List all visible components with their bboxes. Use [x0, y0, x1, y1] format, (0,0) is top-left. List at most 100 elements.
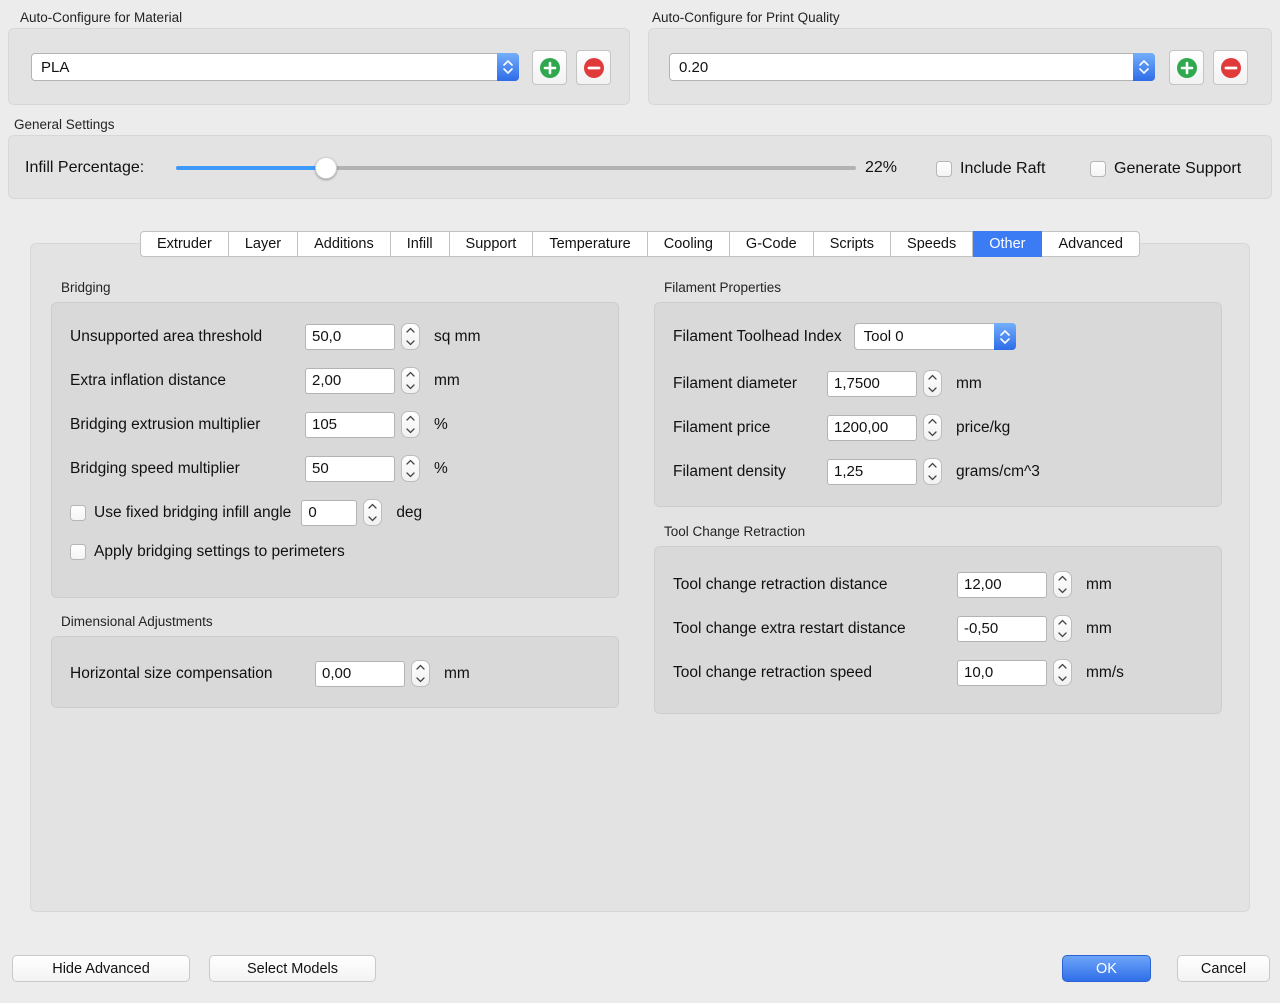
use-fixed-bridging-infill-angle-checkbox[interactable] — [70, 505, 86, 521]
cancel-button[interactable]: Cancel — [1177, 955, 1270, 982]
tab-additions[interactable]: Additions — [298, 231, 391, 257]
stepper-down-button[interactable] — [924, 428, 941, 441]
stepper-down-button[interactable] — [402, 469, 419, 482]
stepper-up-button[interactable] — [924, 371, 941, 384]
minus-icon — [583, 57, 605, 79]
setting-row: Filament price price/kg — [673, 414, 1205, 441]
setting-row: Apply bridging settings to perimeters — [70, 543, 602, 561]
setting-unit: % — [434, 460, 448, 478]
chevron-down-icon — [1058, 676, 1067, 682]
setting-unit: mm — [1086, 576, 1112, 594]
quality-select[interactable]: 0.20 — [669, 53, 1155, 81]
dimensional-section-title: Dimensional Adjustments — [61, 614, 619, 629]
stepper-up-button[interactable] — [402, 368, 419, 381]
filament-toolhead-select[interactable]: Tool 0 — [854, 323, 1016, 350]
filament-price-input[interactable] — [827, 415, 917, 441]
stepper-up-button[interactable] — [1054, 616, 1071, 629]
stepper — [1053, 659, 1072, 686]
infill-slider-fill — [176, 166, 326, 170]
stepper-up-button[interactable] — [1054, 660, 1071, 673]
infill-slider[interactable] — [176, 157, 856, 179]
chevron-up-icon — [1058, 619, 1067, 625]
material-selected-value: PLA — [32, 59, 497, 76]
include-raft-checkbox[interactable] — [936, 161, 952, 177]
toolchange-extra-restart-distance-input[interactable] — [957, 616, 1047, 642]
tab-temperature[interactable]: Temperature — [533, 231, 647, 257]
tab-other[interactable]: Other — [973, 231, 1042, 257]
ok-button[interactable]: OK — [1062, 955, 1151, 982]
stepper-down-button[interactable] — [924, 472, 941, 485]
stepper-up-button[interactable] — [364, 500, 381, 513]
stepper-down-button[interactable] — [402, 425, 419, 438]
bridging-speed-multiplier-input[interactable] — [305, 456, 395, 482]
material-select[interactable]: PLA — [31, 53, 519, 81]
remove-quality-button[interactable] — [1213, 50, 1248, 85]
add-material-button[interactable] — [532, 50, 567, 85]
tab-scripts[interactable]: Scripts — [814, 231, 891, 257]
filament-toolhead-value: Tool 0 — [855, 328, 994, 345]
chevron-up-icon — [406, 371, 415, 377]
tab-extruder[interactable]: Extruder — [140, 231, 229, 257]
hide-advanced-button[interactable]: Hide Advanced — [12, 955, 190, 982]
filament-section-title: Filament Properties — [664, 280, 1222, 295]
toolchange-retraction-speed-input[interactable] — [957, 660, 1047, 686]
tab-gcode[interactable]: G-Code — [730, 231, 814, 257]
setting-unit: % — [434, 416, 448, 434]
stepper-down-button[interactable] — [1054, 673, 1071, 686]
extra-inflation-distance-input[interactable] — [305, 368, 395, 394]
select-models-button[interactable]: Select Models — [209, 955, 376, 982]
add-quality-button[interactable] — [1169, 50, 1204, 85]
toolchange-retraction-speed-label: Tool change retraction speed — [673, 664, 957, 682]
stepper-up-button[interactable] — [402, 412, 419, 425]
minus-icon — [1220, 57, 1242, 79]
dropdown-arrows — [1133, 53, 1155, 81]
general-section-title: General Settings — [14, 117, 115, 132]
tab-cooling[interactable]: Cooling — [648, 231, 730, 257]
stepper-down-button[interactable] — [402, 381, 419, 394]
chevron-up-icon — [416, 664, 425, 670]
tab-speeds[interactable]: Speeds — [891, 231, 973, 257]
general-group-box: Infill Percentage: 22% Include Raft Gene… — [8, 135, 1272, 199]
stepper-down-button[interactable] — [924, 384, 941, 397]
generate-support-checkbox[interactable] — [1090, 161, 1106, 177]
stepper-up-button[interactable] — [924, 415, 941, 428]
toolchange-retraction-distance-input[interactable] — [957, 572, 1047, 598]
filament-price-label: Filament price — [673, 419, 827, 437]
stepper-up-button[interactable] — [402, 324, 419, 337]
stepper-up-button[interactable] — [402, 456, 419, 469]
stepper-up-button[interactable] — [924, 459, 941, 472]
bridging-extrusion-multiplier-input[interactable] — [305, 412, 395, 438]
chevron-up-icon — [928, 462, 937, 468]
tab-layer[interactable]: Layer — [229, 231, 298, 257]
tab-support[interactable]: Support — [450, 231, 534, 257]
tab-advanced[interactable]: Advanced — [1042, 231, 1140, 257]
stepper-up-button[interactable] — [412, 661, 429, 674]
infill-slider-knob[interactable] — [315, 157, 337, 179]
filament-diameter-input[interactable] — [827, 371, 917, 397]
filament-diameter-label: Filament diameter — [673, 375, 827, 393]
plus-icon — [539, 57, 561, 79]
filament-density-input[interactable] — [827, 459, 917, 485]
stepper-up-button[interactable] — [1054, 572, 1071, 585]
stepper-down-button[interactable] — [1054, 585, 1071, 598]
stepper-down-button[interactable] — [1054, 629, 1071, 642]
remove-material-button[interactable] — [576, 50, 611, 85]
setting-row: Unsupported area threshold sq mm — [70, 323, 602, 350]
toolchange-extra-restart-distance-label: Tool change extra restart distance — [673, 620, 957, 638]
setting-row: Use fixed bridging infill angle deg — [70, 499, 602, 526]
chevron-up-icon — [406, 459, 415, 465]
tab-infill[interactable]: Infill — [391, 231, 450, 257]
chevron-up-icon — [1058, 663, 1067, 669]
stepper-down-button[interactable] — [364, 513, 381, 526]
stepper-down-button[interactable] — [402, 337, 419, 350]
unsupported-area-threshold-input[interactable] — [305, 324, 395, 350]
apply-bridging-to-perimeters-checkbox[interactable] — [70, 544, 86, 560]
chevron-up-icon — [503, 60, 513, 66]
stepper — [401, 455, 420, 482]
extra-inflation-distance-label: Extra inflation distance — [70, 372, 305, 390]
horizontal-size-compensation-input[interactable] — [315, 661, 405, 687]
chevron-down-icon — [406, 340, 415, 346]
stepper-down-button[interactable] — [412, 674, 429, 687]
bridging-section-title: Bridging — [61, 280, 619, 295]
fixed-bridging-infill-angle-input[interactable] — [301, 500, 357, 526]
